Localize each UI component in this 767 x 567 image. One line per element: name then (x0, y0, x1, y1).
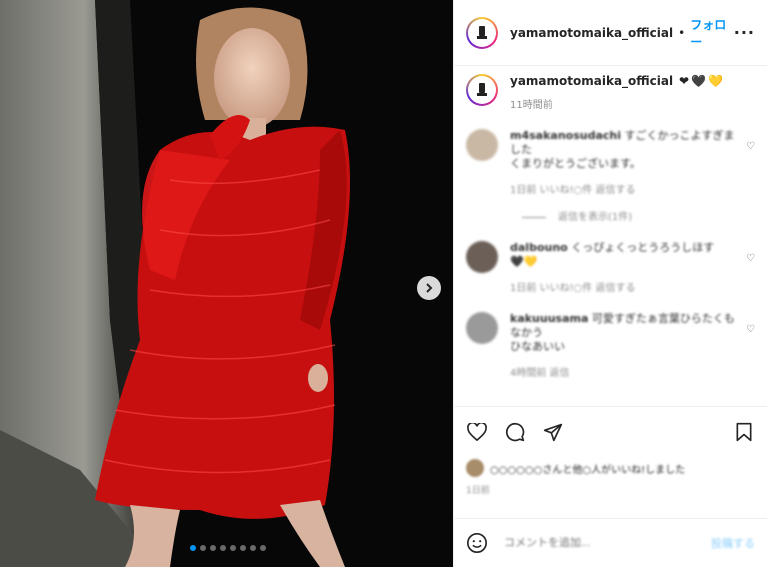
avatar-hat-icon (477, 25, 487, 40)
comment-like-icon[interactable]: ♡ (746, 141, 755, 152)
more-options-icon[interactable]: ··· (734, 23, 755, 42)
comment-avatar[interactable] (466, 312, 498, 344)
next-slide-button[interactable] (417, 276, 441, 300)
like-heart-icon[interactable] (466, 421, 488, 443)
header-username[interactable]: yamamotomaika_official (510, 26, 673, 40)
chevron-right-icon (426, 283, 433, 293)
emoji-icon[interactable] (466, 532, 488, 554)
liker-avatar (466, 459, 484, 477)
add-comment-bar: 投稿する (454, 518, 767, 566)
comment-avatar[interactable] (466, 241, 498, 273)
caption-heart-3: 💛 (707, 74, 723, 88)
bookmark-icon[interactable] (733, 421, 755, 443)
carousel-dot (230, 545, 236, 551)
comment-text-2: ひなあいい (510, 340, 565, 353)
post-time: 1日前 (466, 486, 490, 496)
carousel-dot (220, 545, 226, 551)
likes-summary[interactable]: ○○○○○○さんと他○人がいいね!しました (454, 459, 767, 477)
caption-hearts: ❤ 🖤 💛 (677, 74, 723, 88)
comment-body: kakuuusama 可愛すぎたぁ言葉ひらたくもなかう ひなあいい 4時間前 返… (510, 312, 740, 379)
caption-body: yamamotomaika_official ❤ 🖤 💛 11時間前 (510, 74, 723, 111)
comment-body: dalbouno くっぴょくっとうろうしほす 🖤💛 1日前 いいね!○件 返信す… (510, 241, 740, 294)
view-replies-button[interactable]: 返信を表示(1件) (522, 208, 755, 223)
comment-text-2: くまりがとうございます。 (510, 157, 641, 170)
carousel-dot (190, 545, 196, 551)
carousel-dot (210, 545, 216, 551)
comments-section[interactable]: yamamotomaika_official ❤ 🖤 💛 11時間前 m4sakan… (454, 66, 767, 406)
comment-avatar[interactable] (466, 129, 498, 161)
caption-heart-1: ❤ (678, 74, 689, 88)
comment-bubble-icon[interactable] (504, 421, 526, 443)
comment-input[interactable] (504, 536, 711, 549)
caption-heart-2: 🖤 (691, 74, 706, 88)
carousel-indicator (190, 545, 270, 551)
comment-body: m4sakanosudachi すごくかっこよすぎました くまりがとうございます… (510, 129, 740, 196)
comment-item: dalbouno くっぴょくっとうろうしほす 🖤💛 1日前 いいね!○件 返信す… (466, 241, 755, 294)
comment-username[interactable]: dalbouno (510, 241, 568, 254)
header-separator: • (678, 25, 686, 40)
comment-like-icon[interactable]: ♡ (746, 253, 755, 264)
caption: yamamotomaika_official ❤ 🖤 💛 11時間前 (466, 74, 755, 111)
comment-item: kakuuusama 可愛すぎたぁ言葉ひらたくもなかう ひなあいい 4時間前 返… (466, 312, 755, 379)
likes-text: ○○○○○○さんと他○人がいいね!しました (490, 464, 686, 476)
comment-meta[interactable]: 1日前 いいね!○件 返信する (510, 279, 740, 294)
profile-avatar[interactable] (466, 16, 498, 49)
comment-meta[interactable]: 4時間前 返信 (510, 364, 740, 379)
carousel-dot (240, 545, 246, 551)
follow-button[interactable]: フォロー (690, 16, 734, 50)
action-icons (454, 407, 767, 457)
caption-avatar[interactable] (466, 74, 498, 106)
carousel-dot (200, 545, 206, 551)
photo-illustration (0, 0, 453, 567)
post-side-panel: yamamotomaika_official • フォロー ··· yamamo… (453, 0, 767, 567)
comment-like-icon[interactable]: ♡ (746, 324, 755, 335)
post-header: yamamotomaika_official • フォロー ··· (454, 0, 767, 66)
comment-text: くっぴょくっとうろうしほす (571, 241, 715, 254)
avatar-hat-icon (477, 83, 487, 97)
comment-username[interactable]: kakuuusama (510, 312, 588, 325)
post-comment-button[interactable]: 投稿する (711, 535, 755, 551)
post-actions: ○○○○○○さんと他○人がいいね!しました 1日前 投稿する (454, 406, 767, 566)
carousel-dot (250, 545, 256, 551)
comment-item: m4sakanosudachi すごくかっこよすぎました くまりがとうございます… (466, 129, 755, 196)
comment-meta[interactable]: 1日前 いいね!○件 返信する (510, 181, 740, 196)
caption-username[interactable]: yamamotomaika_official (510, 74, 673, 88)
comment-text-2: 🖤💛 (510, 255, 538, 268)
comment-username[interactable]: m4sakanosudachi (510, 129, 621, 142)
share-send-icon[interactable] (542, 421, 564, 443)
carousel-dot (260, 545, 266, 551)
caption-time: 11時間前 (510, 100, 553, 111)
post-photo[interactable] (0, 0, 453, 567)
